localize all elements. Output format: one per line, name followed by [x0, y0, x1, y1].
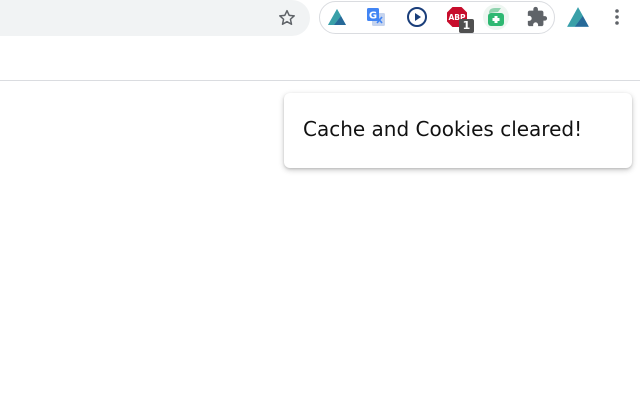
play-circle-icon[interactable]	[404, 4, 430, 30]
extension-popup: Cache and Cookies cleared!	[284, 93, 632, 168]
triangle-logo-icon[interactable]	[324, 4, 350, 30]
google-translate-icon[interactable]: G	[363, 4, 389, 30]
adblock-count-badge: 1	[459, 19, 474, 33]
address-bar[interactable]	[0, 0, 310, 36]
svg-text:G: G	[369, 11, 377, 22]
kebab-menu-icon[interactable]	[604, 4, 630, 30]
pinned-extensions-group	[319, 1, 555, 34]
cookie-cleaner-icon[interactable]	[483, 4, 509, 30]
triangle-logo-icon[interactable]	[565, 4, 591, 30]
puzzle-extensions-icon[interactable]	[524, 4, 550, 30]
popup-message: Cache and Cookies cleared!	[303, 117, 583, 141]
toolbar-divider	[0, 80, 640, 81]
bookmark-star-icon[interactable]	[274, 5, 300, 31]
browser-toolbar: G ABP 1	[0, 0, 640, 36]
